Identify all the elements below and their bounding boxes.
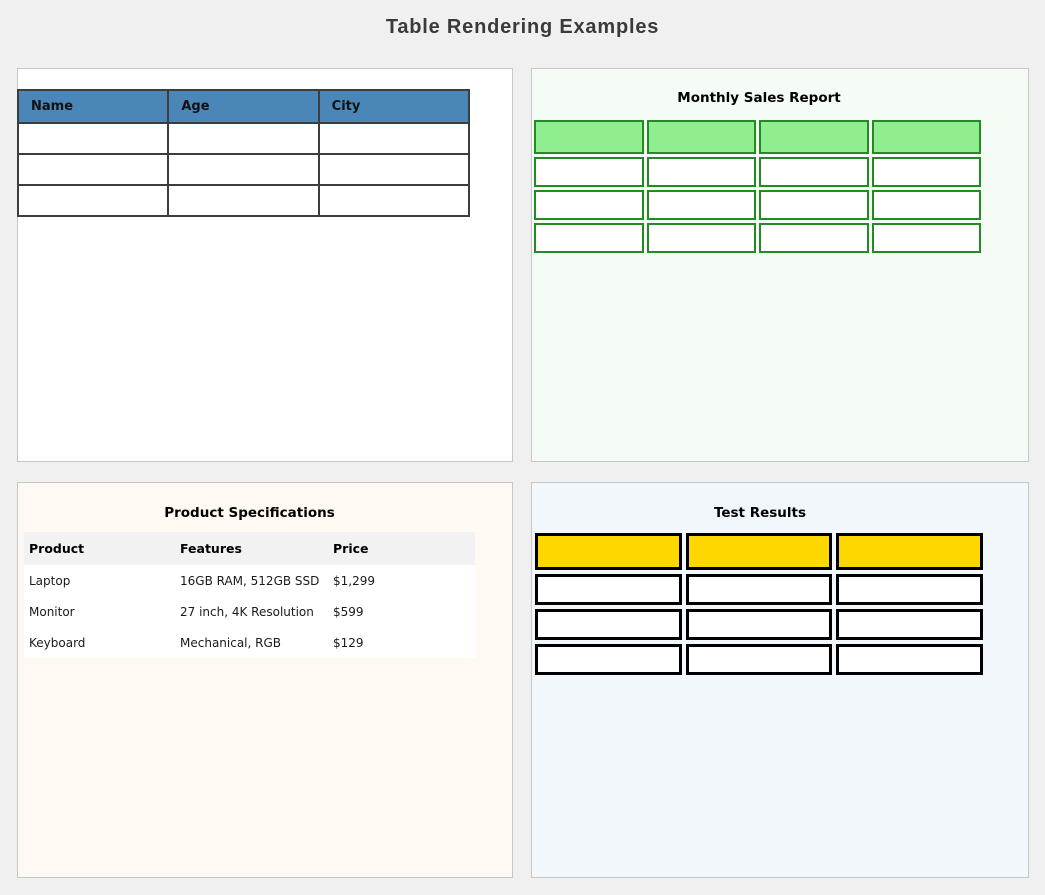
table-row: Monitor 27 inch, 4K Resolution $599 (24, 596, 475, 627)
table-cell (759, 190, 869, 220)
table-cell (168, 185, 318, 216)
tests-table (531, 529, 987, 679)
table-cell (534, 223, 644, 253)
header-row (535, 533, 983, 570)
header-cell (535, 533, 682, 570)
panel-test-results: Test Results (531, 482, 1029, 878)
product-specifications-title: Product Specifications (24, 505, 475, 521)
table-cell (535, 644, 682, 675)
table-cell (647, 157, 757, 187)
header-cell-price: Price (328, 532, 475, 565)
table-row: Laptop 16GB RAM, 512GB SSD $1,299 (24, 565, 475, 596)
header-cell-name: Name (18, 90, 168, 123)
table-cell (319, 154, 469, 185)
table-row (18, 185, 469, 216)
panel-monthly-sales-report: Monthly Sales Report (531, 68, 1029, 462)
features-cell: 16GB RAM, 512GB SSD (175, 565, 328, 596)
panel-basic-table: Name Age City (17, 68, 513, 462)
table-cell (319, 185, 469, 216)
page: Table Rendering Examples Name Age City M… (0, 0, 1045, 895)
header-cell (534, 120, 644, 154)
header-cell-product: Product (24, 532, 175, 565)
header-cell-features: Features (175, 532, 328, 565)
table-cell (18, 185, 168, 216)
basic-table: Name Age City (17, 89, 470, 217)
header-cell (647, 120, 757, 154)
table-row (534, 157, 981, 187)
table-cell (319, 123, 469, 154)
header-row: Product Features Price (24, 532, 475, 565)
table-row (535, 609, 983, 640)
table-cell (18, 154, 168, 185)
table-cell (647, 223, 757, 253)
table-row (534, 190, 981, 220)
table-row (18, 123, 469, 154)
test-results-title: Test Results (533, 505, 987, 521)
header-row: Name Age City (18, 90, 469, 123)
header-cell (686, 533, 833, 570)
table-cell (534, 190, 644, 220)
table-row: Keyboard Mechanical, RGB $129 (24, 627, 475, 658)
header-cell (836, 533, 983, 570)
table-cell (534, 157, 644, 187)
table-cell (759, 223, 869, 253)
table-cell (836, 609, 983, 640)
features-cell: 27 inch, 4K Resolution (175, 596, 328, 627)
product-cell: Keyboard (24, 627, 175, 658)
table-cell (535, 609, 682, 640)
table-cell (168, 123, 318, 154)
panel-product-specifications: Product Specifications Product Features … (17, 482, 513, 878)
table-cell (872, 157, 982, 187)
header-cell (759, 120, 869, 154)
table-cell (686, 574, 833, 605)
products-table: Product Features Price Laptop 16GB RAM, … (24, 532, 475, 658)
page-title: Table Rendering Examples (0, 16, 1045, 39)
price-cell: $129 (328, 627, 475, 658)
table-cell (686, 609, 833, 640)
product-cell: Monitor (24, 596, 175, 627)
header-row (534, 120, 981, 154)
table-cell (686, 644, 833, 675)
sales-report-title: Monthly Sales Report (533, 90, 985, 106)
table-row (534, 223, 981, 253)
header-cell-age: Age (168, 90, 318, 123)
features-cell: Mechanical, RGB (175, 627, 328, 658)
product-cell: Laptop (24, 565, 175, 596)
table-cell (759, 157, 869, 187)
table-cell (872, 223, 982, 253)
table-cell (535, 574, 682, 605)
table-cell (168, 154, 318, 185)
table-row (535, 574, 983, 605)
table-cell (836, 574, 983, 605)
table-cell (836, 644, 983, 675)
table-cell (872, 190, 982, 220)
table-row (18, 154, 469, 185)
header-cell-city: City (319, 90, 469, 123)
sales-table (531, 117, 984, 256)
price-cell: $1,299 (328, 565, 475, 596)
header-cell (872, 120, 982, 154)
table-cell (18, 123, 168, 154)
price-cell: $599 (328, 596, 475, 627)
table-row (535, 644, 983, 675)
table-cell (647, 190, 757, 220)
